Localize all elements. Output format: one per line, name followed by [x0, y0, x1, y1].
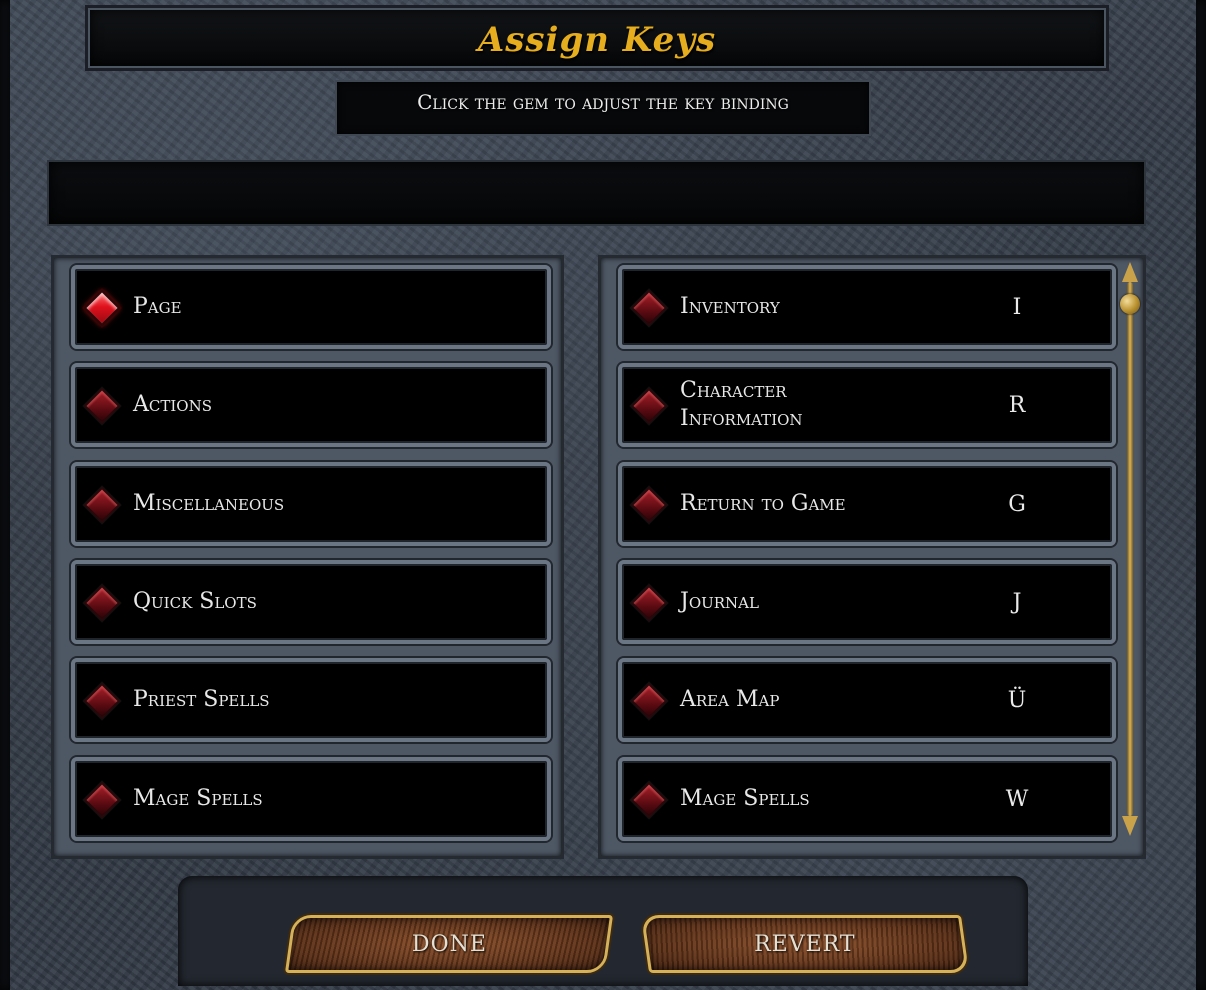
binding-label: Mage Spells [680, 786, 810, 811]
binding-key: J [1012, 589, 1022, 615]
gem-icon[interactable] [83, 486, 121, 524]
category-row-page[interactable]: Page [71, 265, 551, 349]
right-frame-edge [1196, 0, 1206, 990]
category-row-quick-slots[interactable]: Quick Slots [71, 560, 551, 644]
binding-row-area-map[interactable]: Area Map Ü [618, 658, 1116, 742]
binding-row-mage-spells[interactable]: Mage Spells W [618, 757, 1116, 841]
done-button-label: DONE [411, 931, 487, 957]
binding-label: Area Map [680, 687, 780, 712]
gem-icon[interactable] [630, 289, 668, 327]
category-label: Priest Spells [133, 687, 270, 712]
instruction-text: Click the gem to adjust the key binding [417, 90, 789, 114]
binding-list: Inventory I Character Information R Retu… [598, 255, 1146, 859]
gem-icon[interactable] [83, 781, 121, 819]
scroll-thumb[interactable] [1120, 294, 1140, 314]
revert-button-label: REVERT [754, 931, 856, 957]
category-label: Mage Spells [133, 786, 263, 811]
binding-key: Ü [1007, 687, 1027, 713]
binding-key: G [1008, 491, 1026, 517]
category-row-priest-spells[interactable]: Priest Spells [71, 658, 551, 742]
gem-icon[interactable] [630, 387, 668, 425]
window-title: Assign Keys [477, 20, 717, 60]
category-label: Quick Slots [133, 589, 257, 614]
title-bar: Assign Keys [88, 8, 1106, 68]
revert-button[interactable]: REVERT [640, 915, 970, 973]
left-frame-edge [0, 0, 10, 990]
category-list: Page Actions Miscellaneous Quick Slots P… [51, 255, 564, 859]
category-row-miscellaneous[interactable]: Miscellaneous [71, 462, 551, 546]
binding-scrollbar[interactable] [1118, 262, 1142, 836]
category-label: Miscellaneous [133, 491, 285, 516]
binding-label: Return to Game [680, 491, 846, 516]
binding-label: Character Information [680, 378, 803, 431]
scroll-up-arrow-icon[interactable] [1122, 262, 1138, 284]
done-button[interactable]: DONE [284, 915, 614, 973]
binding-row-return-to-game[interactable]: Return to Game G [618, 462, 1116, 546]
category-label: Page [133, 294, 182, 319]
gem-icon[interactable] [83, 584, 121, 622]
binding-row-character-information[interactable]: Character Information R [618, 363, 1116, 447]
binding-row-inventory[interactable]: Inventory I [618, 265, 1116, 349]
binding-key: W [1005, 786, 1029, 812]
description-panel [47, 160, 1146, 226]
gem-icon[interactable] [630, 781, 668, 819]
category-row-mage-spells[interactable]: Mage Spells [71, 757, 551, 841]
scroll-track[interactable] [1127, 282, 1133, 816]
gem-icon[interactable] [83, 289, 121, 327]
category-label: Actions [133, 392, 212, 417]
description-text [49, 162, 1144, 202]
binding-label: Journal [680, 589, 759, 614]
scroll-down-arrow-icon[interactable] [1122, 814, 1138, 836]
category-row-actions[interactable]: Actions [71, 363, 551, 447]
gem-icon[interactable] [630, 682, 668, 720]
gem-icon[interactable] [83, 682, 121, 720]
gem-icon[interactable] [630, 584, 668, 622]
binding-key: I [1012, 294, 1022, 320]
binding-label: Inventory [680, 294, 780, 319]
binding-row-journal[interactable]: Journal J [618, 560, 1116, 644]
gem-icon[interactable] [83, 387, 121, 425]
binding-key: R [1008, 392, 1026, 418]
gem-icon[interactable] [630, 486, 668, 524]
